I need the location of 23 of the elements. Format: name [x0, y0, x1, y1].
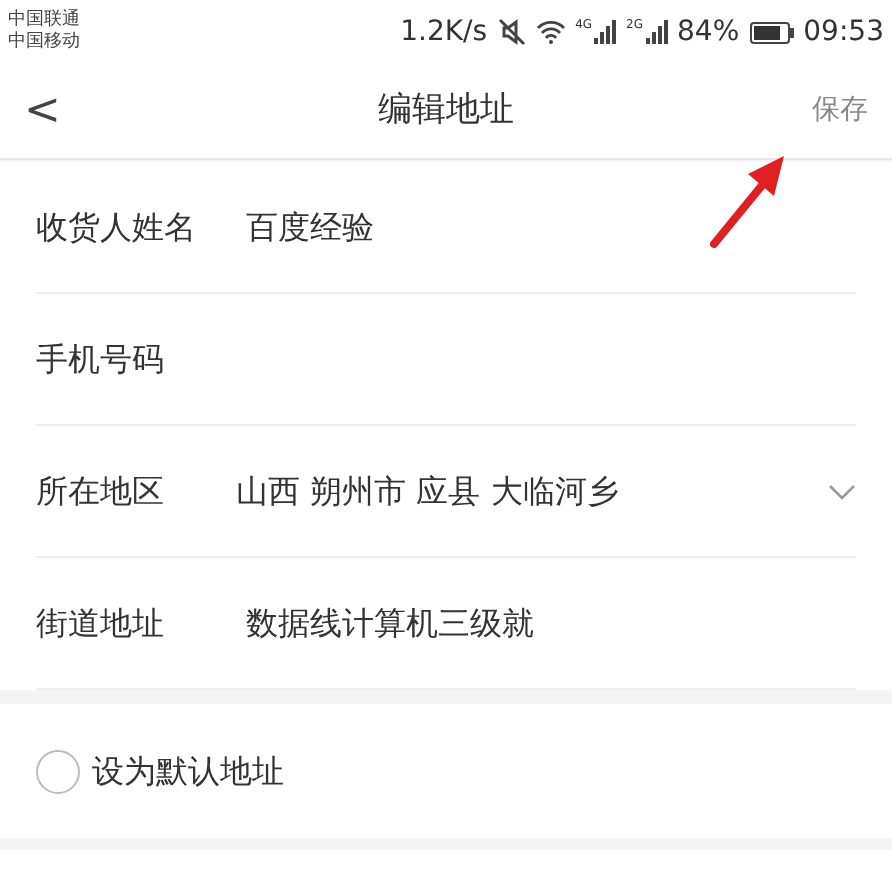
- page-title: 编辑地址: [378, 87, 514, 134]
- mute-icon: [497, 18, 526, 46]
- radio-button[interactable]: [36, 749, 80, 793]
- signal-icon: [645, 20, 668, 44]
- input-field[interactable]: 百度经验: [246, 203, 856, 251]
- field-label: 街道地址: [36, 601, 166, 645]
- input-field[interactable]: 数据线计算机三级就: [246, 599, 856, 647]
- carrier-name: 中国移动: [8, 32, 80, 54]
- checkbox-label: 设为默认地址: [92, 749, 284, 793]
- save-button[interactable]: 保存: [808, 90, 868, 132]
- field-label: 手机号码: [36, 337, 166, 381]
- battery-percent: 84%: [677, 13, 740, 51]
- field-label: 所在地区: [36, 469, 166, 513]
- field-label: 收货人姓名: [36, 205, 198, 249]
- chevron-down-icon: [828, 483, 856, 499]
- network-speed: 1.2K/s: [400, 13, 488, 51]
- region-selector[interactable]: 山西 朔州市 应县 大临河乡: [236, 467, 856, 515]
- clock-time: 09:53: [803, 13, 884, 51]
- wifi-icon: [535, 20, 566, 44]
- battery-icon: [749, 21, 794, 43]
- signal-icon: [594, 20, 617, 44]
- back-button[interactable]: <: [24, 89, 84, 133]
- carrier-name: 中国联通: [8, 10, 80, 31]
